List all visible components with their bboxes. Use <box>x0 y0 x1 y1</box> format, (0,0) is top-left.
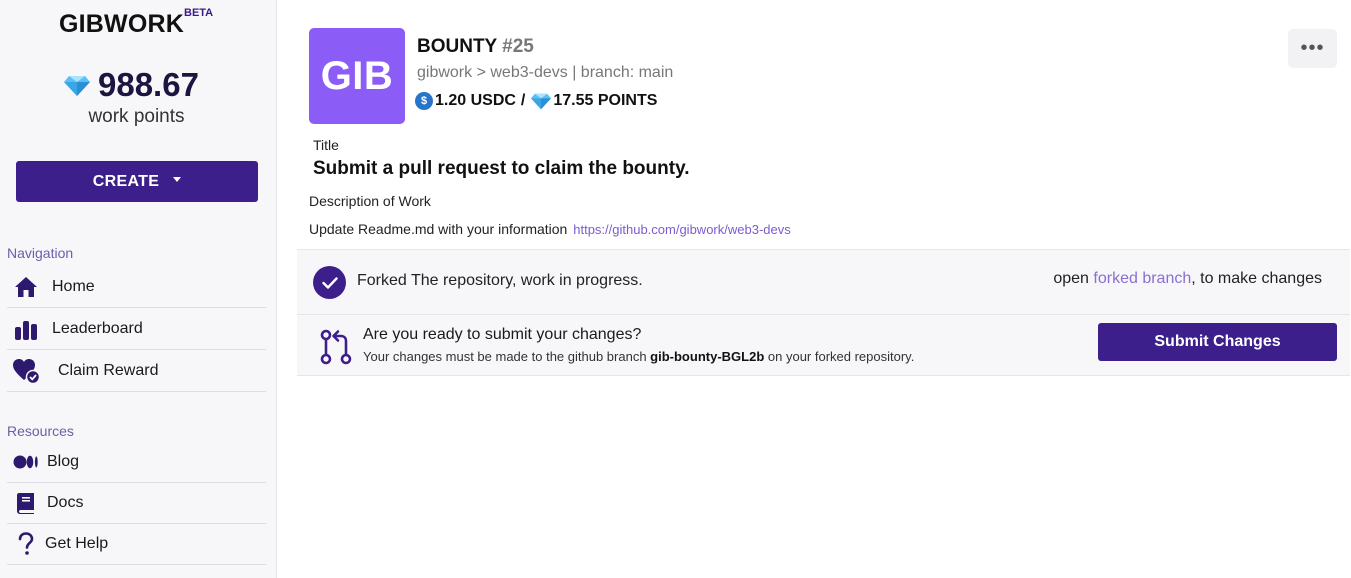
more-options-button[interactable]: ••• <box>1288 29 1337 68</box>
sidebar-item-leaderboard[interactable]: Leaderboard <box>7 308 266 350</box>
bounty-number: #25 <box>502 36 534 57</box>
sidebar: GIBWORK BETA 988.67 work points CREATE N… <box>0 0 277 578</box>
sidebar-item-label: Claim Reward <box>58 361 159 379</box>
open-prefix: open <box>1053 270 1089 287</box>
chevron-down-icon <box>173 177 182 182</box>
submit-note-prefix: Your changes must be made to the github … <box>363 349 647 364</box>
forked-branch-link[interactable]: forked branch <box>1093 270 1191 287</box>
sidebar-item-claim-reward[interactable]: Claim Reward <box>7 350 266 392</box>
submit-question: Are you ready to submit your changes? <box>363 326 642 343</box>
usdc-amount: 1.20 USDC <box>435 92 516 109</box>
repo-branch-line: gibwork > web3-devs | branch: main <box>417 64 674 81</box>
bounty-title-label: BOUNTY <box>417 36 497 57</box>
description-body: Update Readme.md with your information <box>309 221 568 237</box>
bar-chart-icon <box>12 316 40 342</box>
navigation-heading: Navigation <box>7 245 74 261</box>
work-points-label: work points <box>88 106 185 127</box>
book-icon <box>12 490 40 516</box>
sidebar-item-get-help[interactable]: Get Help <box>7 523 266 565</box>
check-circle-icon <box>313 266 346 299</box>
sidebar-item-label: Home <box>52 277 95 295</box>
main-content: GIB BOUNTY #25 gibwork > web3-devs | bra… <box>278 0 1351 578</box>
fork-status-text: Forked The repository, work in progress. <box>357 272 643 289</box>
description-text: Update Readme.md with your information h… <box>309 221 791 237</box>
work-points-value: 988.67 <box>98 66 199 103</box>
medium-icon <box>12 449 40 475</box>
sidebar-item-blog[interactable]: Blog <box>7 441 266 483</box>
work-points-display: 988.67 <box>64 66 199 104</box>
description-label: Description of Work <box>309 193 431 209</box>
submit-note-suffix: on your forked repository. <box>767 349 915 364</box>
title-label: Title <box>313 137 339 153</box>
sidebar-item-docs[interactable]: Docs <box>7 482 266 524</box>
repo-link[interactable]: https://github.com/gibwork/web3-devs <box>573 222 791 237</box>
resources-heading: Resources <box>7 423 74 439</box>
open-suffix: , to make changes <box>1191 270 1322 287</box>
create-button[interactable]: CREATE <box>16 161 258 202</box>
home-icon <box>12 274 40 300</box>
question-icon <box>12 531 40 557</box>
diamond-icon <box>64 76 90 96</box>
usdc-icon: $ <box>415 92 433 110</box>
submit-changes-button[interactable]: Submit Changes <box>1098 323 1337 361</box>
sidebar-item-label: Docs <box>47 493 84 511</box>
open-branch-text: open forked branch, to make changes <box>1053 270 1322 288</box>
points-amount: 17.55 POINTS <box>553 92 658 109</box>
bounty-logo: GIB <box>309 28 405 124</box>
task-title: Submit a pull request to claim the bount… <box>313 158 690 179</box>
diamond-icon <box>531 93 552 109</box>
sidebar-item-label: Leaderboard <box>52 319 143 337</box>
bounty-title: BOUNTY #25 <box>417 36 534 58</box>
sidebar-item-home[interactable]: Home <box>7 266 266 308</box>
sidebar-item-label: Get Help <box>45 534 109 552</box>
sidebar-item-label: Blog <box>47 452 80 470</box>
beta-badge: BETA <box>184 7 214 19</box>
branch-name: gib-bounty-BGL2b <box>650 349 765 364</box>
submit-changes-row: Are you ready to submit your changes? Yo… <box>297 315 1350 376</box>
fork-status-row: Forked The repository, work in progress.… <box>297 249 1350 315</box>
reward-separator: / <box>520 92 526 109</box>
submit-note: Your changes must be made to the github … <box>363 349 914 364</box>
pull-request-icon <box>320 329 352 365</box>
brand-name[interactable]: GIBWORK <box>59 10 184 39</box>
reward-line: $ 1.20 USDC / 17.55 POINTS <box>415 92 657 110</box>
heart-check-icon <box>12 358 40 384</box>
create-button-label: CREATE <box>92 172 160 190</box>
